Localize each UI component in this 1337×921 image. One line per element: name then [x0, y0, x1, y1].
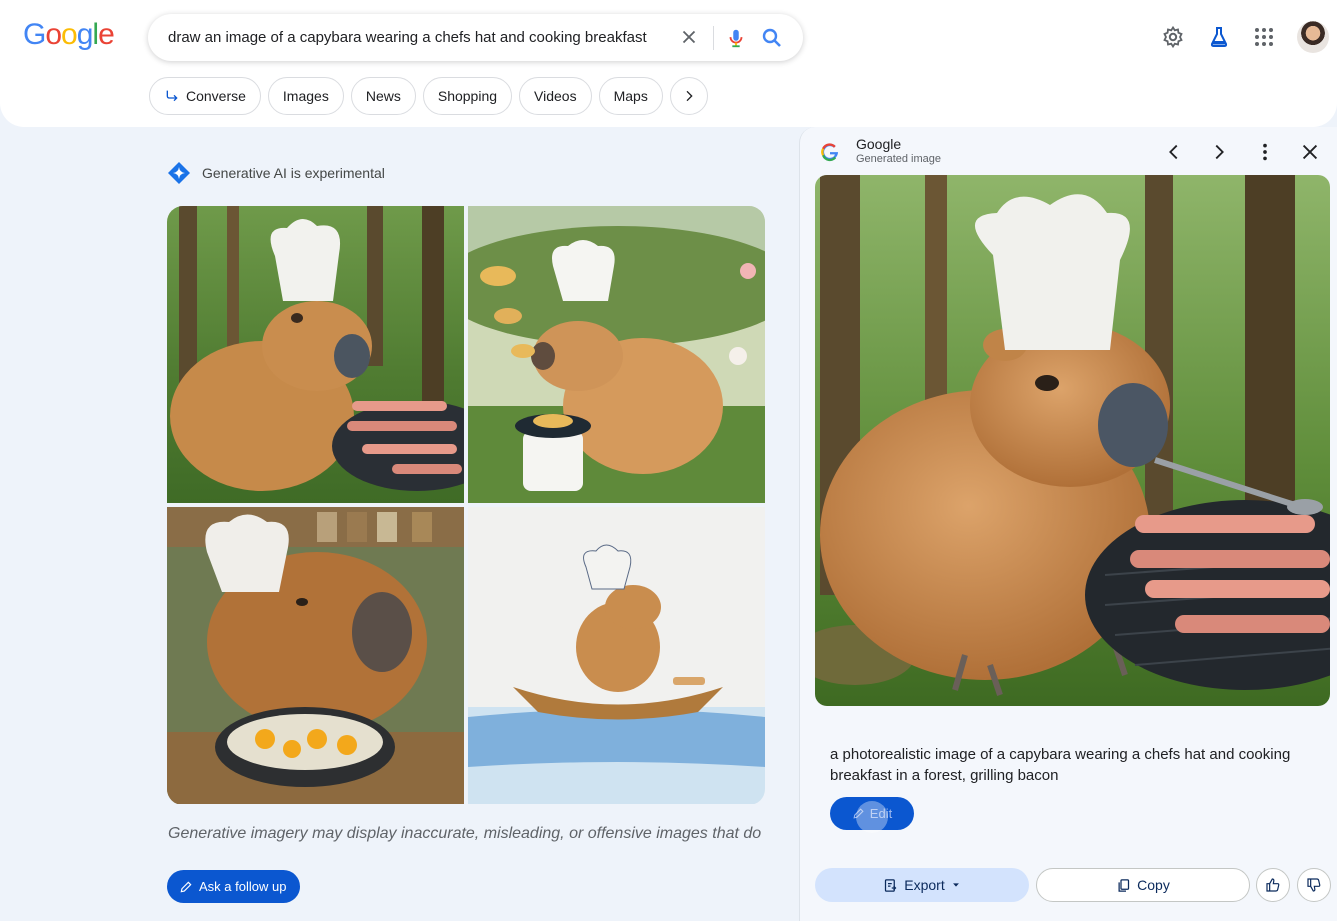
generated-image-1[interactable] — [167, 206, 464, 503]
gear-icon[interactable] — [1161, 25, 1185, 49]
chevron-left-icon[interactable] — [1163, 141, 1185, 163]
pencil-icon — [180, 881, 192, 892]
thumbs-down-icon — [1307, 878, 1321, 892]
image-detail-panel: Google Generated image a photorealistic … — [799, 127, 1337, 921]
ai-sparkle-icon — [168, 162, 190, 184]
header: Google draw an image of a capybara weari… — [0, 0, 1337, 127]
copy-label: Copy — [1137, 877, 1170, 893]
chip-maps-label: Maps — [613, 88, 648, 104]
selected-generated-image[interactable] — [815, 175, 1330, 706]
google-logo[interactable]: Google — [23, 18, 115, 52]
chip-maps[interactable]: Maps — [598, 77, 663, 115]
mic-icon[interactable] — [725, 26, 747, 50]
google-g-icon — [821, 143, 839, 162]
close-icon[interactable] — [1299, 141, 1321, 163]
chip-images[interactable]: Images — [267, 77, 344, 115]
panel-subtitle: Generated image — [856, 153, 941, 165]
generated-images-grid — [167, 206, 765, 805]
caret-down-icon — [952, 883, 959, 887]
close-icon[interactable] — [678, 26, 700, 48]
generated-image-3[interactable] — [167, 507, 464, 804]
copy-icon — [1118, 878, 1130, 892]
converse-arrow-icon — [166, 90, 178, 102]
image-prompt-caption: a photorealistic image of a capybara wea… — [830, 746, 1291, 784]
chip-converse-label: Converse — [186, 88, 246, 104]
avatar[interactable] — [1297, 21, 1329, 53]
search-divider — [713, 26, 714, 50]
copy-button[interactable]: Copy — [1036, 868, 1250, 902]
ai-experimental-text: Generative AI is experimental — [202, 165, 385, 181]
generated-image-4[interactable] — [468, 507, 765, 804]
chip-images-label: Images — [282, 88, 329, 104]
ai-experimental-label: Generative AI is experimental — [167, 161, 385, 185]
export-button[interactable]: Export — [815, 868, 1029, 902]
search-box[interactable]: draw an image of a capybara wearing a ch… — [148, 14, 803, 61]
filter-chips: Converse Images News Shopping Videos Map… — [149, 77, 708, 115]
thumbs-up-button[interactable] — [1256, 868, 1290, 902]
thumbs-down-button[interactable] — [1297, 868, 1331, 902]
more-vert-icon[interactable] — [1254, 141, 1276, 163]
thumbs-up-icon — [1266, 878, 1280, 892]
search-input[interactable]: draw an image of a capybara wearing a ch… — [168, 29, 647, 46]
chip-videos-label: Videos — [534, 88, 577, 104]
chip-news[interactable]: News — [350, 77, 416, 115]
export-label: Export — [904, 877, 945, 893]
generated-image-2[interactable] — [468, 206, 765, 503]
chip-videos[interactable]: Videos — [519, 77, 592, 115]
search-icon[interactable] — [760, 26, 784, 50]
ask-follow-up-label: Ask a follow up — [199, 879, 287, 894]
chevron-right-icon[interactable] — [1208, 141, 1230, 163]
touch-indicator — [856, 801, 888, 833]
labs-flask-icon[interactable] — [1207, 25, 1231, 49]
chip-converse[interactable]: Converse — [149, 77, 261, 115]
chevron-right-icon — [686, 90, 693, 102]
chips-next-button[interactable] — [669, 77, 708, 115]
chip-news-label: News — [365, 88, 401, 104]
edit-button[interactable]: Edit — [830, 797, 914, 833]
ask-follow-up-button[interactable]: Ask a follow up — [167, 870, 301, 903]
apps-grid-icon[interactable] — [1252, 25, 1276, 49]
chip-shopping[interactable]: Shopping — [422, 77, 513, 115]
chip-shopping-label: Shopping — [437, 88, 498, 104]
export-icon — [885, 878, 897, 892]
generative-disclaimer: Generative imagery may display inaccurat… — [168, 825, 762, 842]
panel-title: Google — [856, 136, 902, 152]
